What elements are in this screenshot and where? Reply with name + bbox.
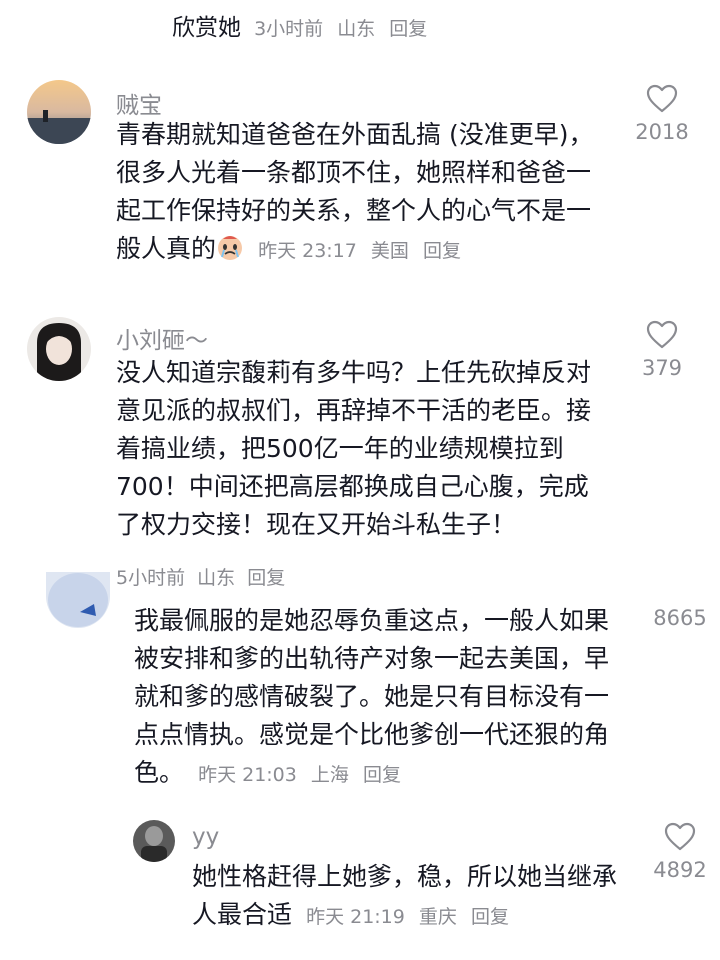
crying-face-emoji-icon (218, 236, 243, 260)
comment-username[interactable]: yy (192, 824, 219, 850)
prev-comment-reply-button[interactable]: 回复 (389, 18, 427, 40)
comment-location: 重庆 (418, 906, 457, 928)
comment-text: 我最佩服的是她忍辱负重这点，一般人如果被安排和爹的出轨待产对象一起去美国，早就和… (134, 602, 614, 794)
like-count: 4892 (653, 858, 707, 882)
comment-location: 上海 (310, 764, 349, 786)
comment-time: 昨天 21:03 (198, 764, 297, 786)
prev-comment-meta: 欣赏她 3小时前 山东 回复 (172, 8, 435, 42)
comment-username[interactable]: 贼宝 (116, 86, 162, 120)
prev-comment-nickname: 欣赏她 (172, 15, 241, 41)
comment-username[interactable]: 小刘砸～ (116, 321, 208, 355)
avatar[interactable] (46, 572, 110, 628)
reply-button[interactable]: 回复 (423, 240, 461, 262)
comment-text: 没人知道宗馥莉有多牛吗？上任先砍掉反对意见派的叔叔们，再辞掉不干活的老臣。接着搞… (116, 358, 592, 539)
heart-outline-icon (646, 320, 678, 349)
comment-time: 昨天 21:19 (306, 906, 405, 928)
like-button[interactable]: 379 (622, 320, 702, 380)
reply-button[interactable]: 回复 (247, 567, 285, 589)
comment-time: 昨天 23:17 (258, 240, 357, 262)
prev-comment-time: 3小时前 (254, 18, 324, 40)
comment-text: 青春期就知道爸爸在外面乱搞 (没准更早)，很多人光着一条都顶不住，她照样和爸爸一… (116, 116, 596, 270)
avatar[interactable] (133, 820, 175, 862)
heart-outline-icon (646, 84, 678, 113)
comment-body: 我最佩服的是她忍辱负重这点，一般人如果被安排和爹的出轨待产对象一起去美国，早就和… (134, 606, 610, 787)
like-button[interactable]: 8665 (640, 606, 720, 630)
reply-button[interactable]: 回复 (363, 764, 401, 786)
comment-time: 5小时前 (116, 567, 186, 589)
avatar[interactable] (27, 80, 91, 144)
like-button[interactable]: 2018 (622, 84, 702, 144)
comment-location: 美国 (370, 240, 409, 262)
comment-text: 她性格赶得上她爹，稳，所以她当继承人最合适 昨天 21:19 重庆 回复 (192, 858, 632, 936)
comment-meta: 5小时前 山东 回复 (116, 563, 285, 590)
comment-location: 山东 (197, 567, 236, 589)
reply-button[interactable]: 回复 (471, 906, 509, 928)
like-count: 2018 (635, 120, 689, 144)
heart-outline-icon (664, 822, 696, 851)
like-count: 379 (641, 356, 683, 380)
like-button[interactable]: 4892 (640, 822, 720, 882)
like-count: 8665 (653, 606, 707, 630)
avatar[interactable] (27, 317, 91, 381)
prev-comment-location: 山东 (337, 18, 376, 40)
